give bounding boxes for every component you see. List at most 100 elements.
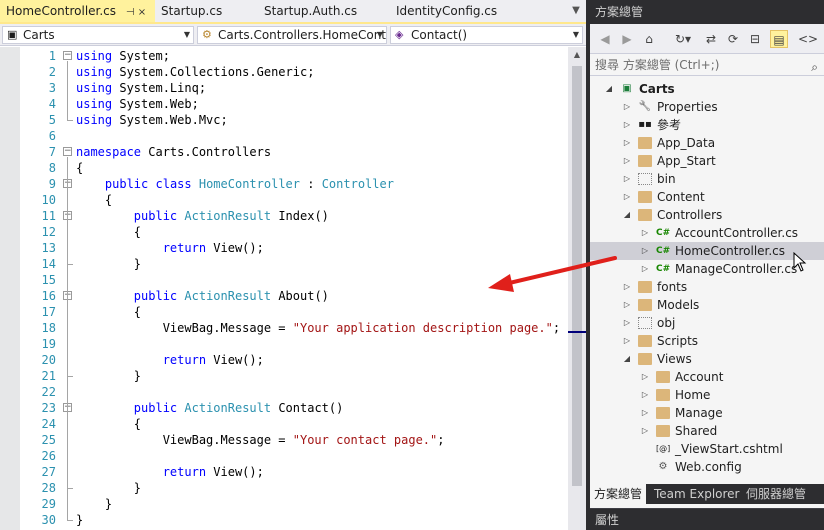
expand-arrow-icon[interactable]: ▷ [640,422,650,440]
expand-arrow-icon[interactable]: ▷ [640,260,650,278]
tree-item[interactable]: ▷ Models [590,296,824,314]
forward-icon[interactable]: ▶ [618,30,636,48]
tree-item[interactable]: ▷ Account [590,368,824,386]
back-icon[interactable]: ◀ [596,30,614,48]
project-dropdown[interactable]: ▣ Carts ▼ [2,26,194,44]
code-line[interactable]: 19 [0,336,568,352]
code-line[interactable]: 4 using System.Web; [0,96,568,112]
solution-search-input[interactable]: 搜尋 方案總管 (Ctrl+;) ⌕ [590,54,824,76]
tree-item[interactable]: ▷ obj [590,314,824,332]
collapse-arrow-icon[interactable]: ◢ [622,350,632,368]
code-line[interactable]: 11− public ActionResult Index() [0,208,568,224]
tree-item[interactable]: ◢ Views [590,350,824,368]
code-line[interactable]: 24 { [0,416,568,432]
tree-item[interactable]: ▷ C# AccountController.cs [590,224,824,242]
code-line[interactable]: 23− public ActionResult Contact() [0,400,568,416]
tree-item[interactable]: ▷ 🔧 Properties [590,98,824,116]
tree-item[interactable]: ▷ bin [590,170,824,188]
tree-item[interactable]: ▷ C# HomeController.cs [590,242,824,260]
tree-item[interactable]: [@] _ViewStart.cshtml [590,440,824,458]
tree-item[interactable]: ▷ ▪▪ 參考 [590,116,824,134]
code-line[interactable]: 28 } [0,480,568,496]
code-icon[interactable]: <> [798,30,818,48]
code-line[interactable]: 1− using System; [0,48,568,64]
code-line[interactable]: 3 using System.Linq; [0,80,568,96]
code-line[interactable]: 20 return View(); [0,352,568,368]
code-line[interactable]: 16− public ActionResult About() [0,288,568,304]
code-line[interactable]: 18 ViewBag.Message = "Your application d… [0,320,568,336]
expand-arrow-icon[interactable]: ▷ [640,404,650,422]
code-line[interactable]: 22 [0,384,568,400]
expand-arrow-icon[interactable]: ▷ [622,332,632,350]
tree-item[interactable]: ▷ App_Start [590,152,824,170]
code-line[interactable]: 29 } [0,496,568,512]
tree-item[interactable]: ▷ App_Data [590,134,824,152]
code-line[interactable]: 25 ViewBag.Message = "Your contact page.… [0,432,568,448]
expand-arrow-icon[interactable]: ▷ [622,170,632,188]
expand-arrow-icon[interactable]: ▷ [622,134,632,152]
expand-arrow-icon[interactable]: ▷ [622,98,632,116]
expand-arrow-icon[interactable]: ▷ [640,242,650,260]
code-line[interactable]: 14 } [0,256,568,272]
tree-item[interactable]: ▷ Scripts [590,332,824,350]
code-line[interactable]: 13 return View(); [0,240,568,256]
sync-icon[interactable]: ⇄ [702,30,720,48]
tab-startup[interactable]: Startup.cs [155,0,228,22]
code-line[interactable]: 6 [0,128,568,144]
tree-item[interactable]: ▷ Manage [590,404,824,422]
tree-item[interactable]: ▷ fonts [590,278,824,296]
tree-item[interactable]: ◢ ▣ Carts [590,80,824,98]
pin-close-icon[interactable]: ⊣ × [126,2,146,24]
code-line[interactable]: 21 } [0,368,568,384]
class-dropdown[interactable]: ⚙ Carts.Controllers.HomeCont ▼ [197,26,387,44]
tab-startup-auth[interactable]: Startup.Auth.cs [258,0,363,22]
expand-arrow-icon[interactable]: ▷ [622,116,632,134]
expand-arrow-icon[interactable]: ▷ [640,386,650,404]
home-icon[interactable]: ⌂ [640,30,658,48]
code-line[interactable]: 7− namespace Carts.Controllers [0,144,568,160]
tree-item[interactable]: ▷ Content [590,188,824,206]
search-icon[interactable]: ⌕ [811,56,818,78]
vertical-scrollbar[interactable]: ▲ [568,47,586,530]
tree-item[interactable]: ▷ C# ManageController.cs [590,260,824,278]
code-line[interactable]: 12 { [0,224,568,240]
collapse-icon[interactable]: ⊟ [746,30,764,48]
collapse-region-icon[interactable]: − [63,51,72,60]
code-line[interactable]: 2 using System.Collections.Generic; [0,64,568,80]
code-line[interactable]: 30} [0,512,568,528]
tab-team-explorer[interactable]: Team Explorer [650,484,744,504]
collapse-arrow-icon[interactable]: ◢ [622,206,632,224]
scrollbar-thumb[interactable] [572,66,582,486]
tab-solution-explorer[interactable]: 方案總管 [590,484,647,504]
refresh-icon[interactable]: ⟳ [724,30,742,48]
tree-item[interactable]: ⚙ Web.config [590,458,824,476]
tab-server-explorer[interactable]: 伺服器總管 [742,484,810,504]
expand-arrow-icon[interactable]: ▷ [640,224,650,242]
collapse-arrow-icon[interactable]: ◢ [604,80,614,98]
history-icon[interactable]: ↻▾ [670,30,696,48]
tree-item[interactable]: ▷ Home [590,386,824,404]
scroll-up-icon[interactable]: ▲ [568,47,586,63]
code-line[interactable]: 17 { [0,304,568,320]
show-all-files-icon[interactable]: ▤ [770,30,788,48]
tab-homecontroller[interactable]: HomeController.cs ⊣ × [0,0,155,22]
code-line[interactable]: 9− public class HomeController : Control… [0,176,568,192]
code-line[interactable]: 8{ [0,160,568,176]
tree-item[interactable]: ▷ Shared [590,422,824,440]
expand-arrow-icon[interactable]: ▷ [622,296,632,314]
expand-arrow-icon[interactable]: ▷ [622,314,632,332]
tab-identityconfig[interactable]: IdentityConfig.cs [390,0,503,22]
member-dropdown[interactable]: ◈ Contact() ▼ [390,26,583,44]
expand-arrow-icon[interactable]: ▷ [622,188,632,206]
code-line[interactable]: 27 return View(); [0,464,568,480]
code-line[interactable]: 10 { [0,192,568,208]
expand-arrow-icon[interactable]: ▷ [622,278,632,296]
tab-overflow-icon[interactable]: ▼ [570,5,582,17]
expand-arrow-icon[interactable]: ▷ [622,152,632,170]
code-line[interactable]: 5 using System.Web.Mvc; [0,112,568,128]
tree-item[interactable]: ◢ Controllers [590,206,824,224]
code-text-area[interactable]: 1− using System; 2 using System.Collections… [0,47,568,530]
expand-arrow-icon[interactable]: ▷ [640,368,650,386]
code-line[interactable]: 26 [0,448,568,464]
collapse-region-icon[interactable]: − [63,147,72,156]
